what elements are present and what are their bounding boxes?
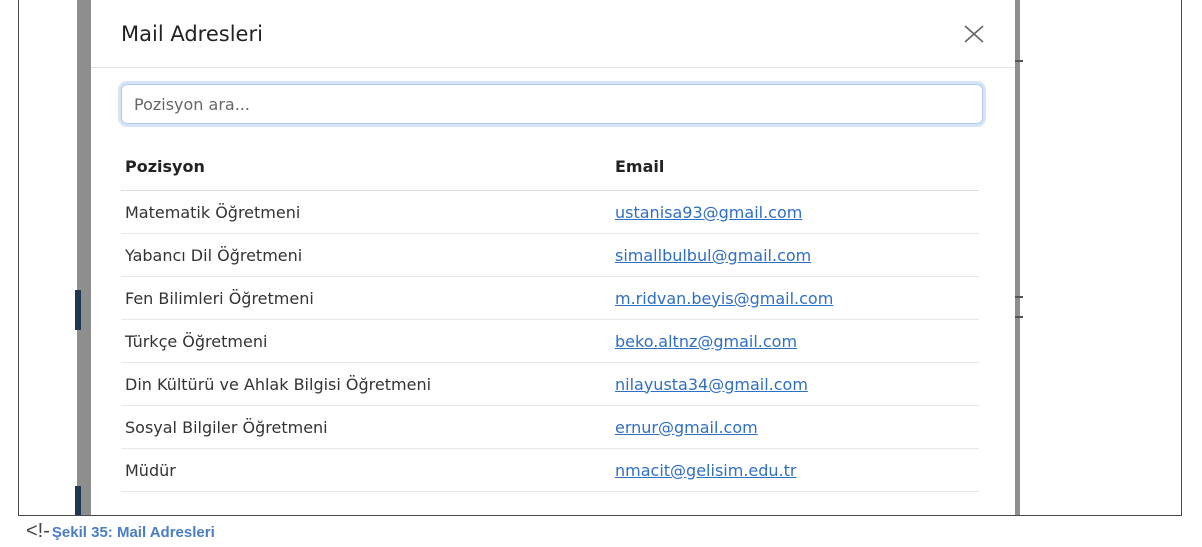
position-cell: Müdür xyxy=(121,448,611,492)
email-link[interactable]: simallbulbul@gmail.com xyxy=(615,246,811,265)
background-panel-fragment xyxy=(75,290,81,330)
position-cell: Din Kültürü ve Ahlak Bilgisi Öğretmeni xyxy=(121,362,611,406)
email-link[interactable]: beko.altnz@gmail.com xyxy=(615,332,797,351)
background-divider xyxy=(1015,60,1023,62)
position-cell: Yabancı Dil Öğretmeni xyxy=(121,233,611,277)
position-search-input[interactable] xyxy=(134,94,970,114)
modal-body: Pozisyon Email Matematik Öğretmeni ustan… xyxy=(91,68,1015,492)
close-icon xyxy=(964,24,984,43)
mail-addresses-modal: Mail Adresleri Pozisyon Email xyxy=(91,0,1015,515)
table-row: Müdür nmacit@gelisim.edu.tr xyxy=(121,448,979,492)
close-button[interactable] xyxy=(961,21,987,47)
email-link[interactable]: nilayusta34@gmail.com xyxy=(615,375,808,394)
email-link[interactable]: nmacit@gelisim.edu.tr xyxy=(615,461,796,480)
email-link[interactable]: ernur@gmail.com xyxy=(615,418,758,437)
position-cell: Fen Bilimleri Öğretmeni xyxy=(121,276,611,320)
caption-text: Şekil 35: Mail Adresleri xyxy=(51,524,215,541)
position-cell: Sosyal Bilgiler Öğretmeni xyxy=(121,405,611,449)
column-header-position: Pozisyon xyxy=(121,144,611,191)
table-row: Yabancı Dil Öğretmeni simallbulbul@gmail… xyxy=(121,233,979,277)
email-table: Pozisyon Email Matematik Öğretmeni ustan… xyxy=(121,144,979,492)
modal-header: Mail Adresleri xyxy=(91,0,1015,68)
figure-caption: <!- Şekil 35: Mail Adresleri xyxy=(26,520,215,543)
background-divider xyxy=(1015,316,1023,318)
email-link[interactable]: m.ridvan.beyis@gmail.com xyxy=(615,289,833,308)
caption-marker: <!- xyxy=(26,520,50,542)
email-link[interactable]: ustanisa93@gmail.com xyxy=(615,203,802,222)
table-header-row: Pozisyon Email xyxy=(121,144,979,191)
modal-title: Mail Adresleri xyxy=(121,21,263,46)
table-row: Matematik Öğretmeni ustanisa93@gmail.com xyxy=(121,190,979,234)
background-divider xyxy=(1015,296,1023,298)
column-header-email: Email xyxy=(611,144,979,191)
table-row: Din Kültürü ve Ahlak Bilgisi Öğretmeni n… xyxy=(121,362,979,406)
search-field[interactable] xyxy=(121,84,983,124)
screenshot-frame: Mail Adresleri Pozisyon Email xyxy=(18,0,1182,516)
table-row: Fen Bilimleri Öğretmeni m.ridvan.beyis@g… xyxy=(121,276,979,320)
position-cell: Türkçe Öğretmeni xyxy=(121,319,611,363)
background-panel-fragment xyxy=(75,486,81,515)
position-cell: Matematik Öğretmeni xyxy=(121,190,611,234)
table-row: Sosyal Bilgiler Öğretmeni ernur@gmail.co… xyxy=(121,405,979,449)
table-row: Türkçe Öğretmeni beko.altnz@gmail.com xyxy=(121,319,979,363)
